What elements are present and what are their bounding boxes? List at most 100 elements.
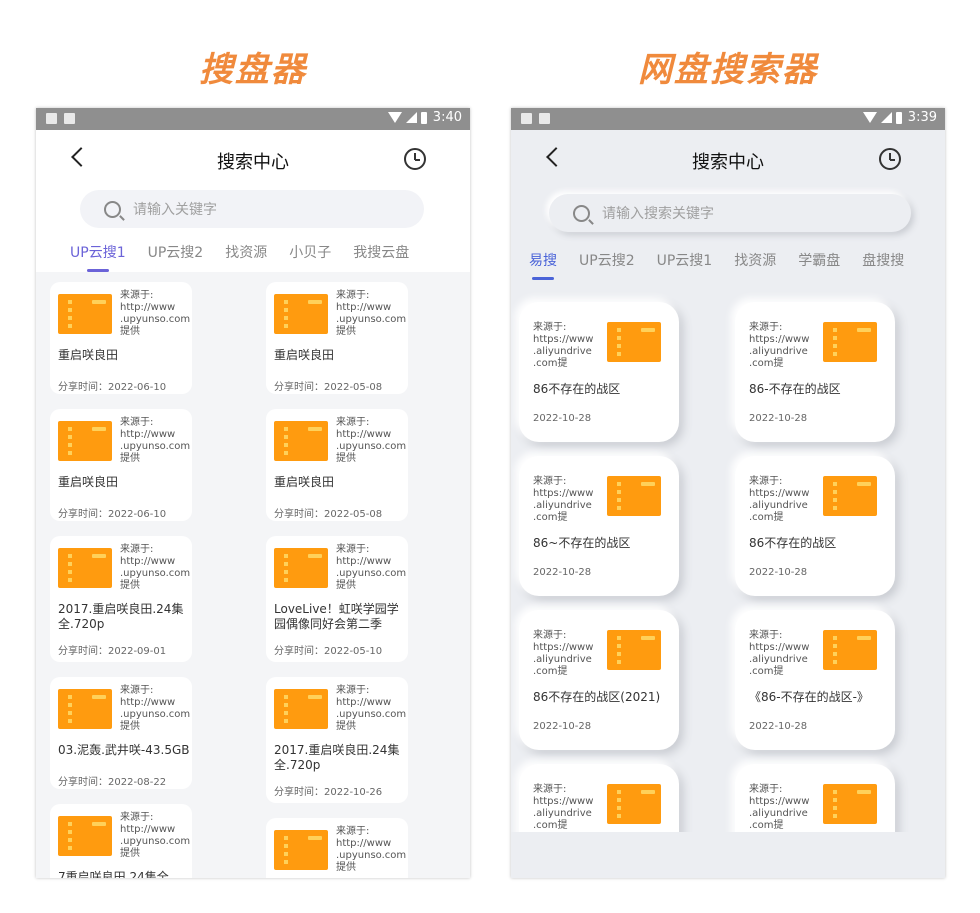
card-source: 来源于: https://www .aliyundrive .com提: [749, 322, 810, 369]
top-bar: 搜索中心: [511, 130, 945, 190]
search-input[interactable]: 请输入关键字: [80, 190, 424, 228]
wifi-icon: [862, 112, 877, 123]
card-source: 来源于: http://www .upyunso.com 提供: [120, 812, 191, 859]
top-bar: 搜索中心: [36, 130, 470, 190]
card-title: 重启咲良田: [274, 475, 335, 489]
tab-xiaobeizi[interactable]: 小贝子: [289, 242, 331, 262]
tab-upyunsou2[interactable]: UP云搜2: [148, 242, 204, 262]
result-card[interactable]: 来源于: https://www .aliyundrive .com提 86~不…: [519, 456, 679, 596]
wifi-icon: [387, 112, 402, 123]
tab-xuebapan[interactable]: 学霸盘: [798, 250, 840, 270]
result-card[interactable]: 来源于: http://www .upyunso.com 提供 LoveLive…: [266, 536, 408, 662]
card-date: 2022-10-28: [749, 567, 808, 578]
left-app-heading: 搜盘器: [199, 50, 307, 90]
app-notification-icon: [64, 113, 75, 124]
tab-zhaoziyuan[interactable]: 找资源: [734, 250, 776, 270]
cloud-drive-thumbnail: [274, 421, 328, 461]
result-card[interactable]: 来源于: http://www .upyunso.com 提供 2017.重启咲…: [50, 536, 192, 662]
result-card[interactable]: 来源于: https://www .aliyundrive .com提 《86-…: [735, 610, 895, 750]
result-card[interactable]: 来源于: http://www .upyunso.com 提供 03.泥轰.武井…: [50, 677, 192, 789]
search-placeholder: 请输入关键字: [133, 202, 217, 218]
tab-upyunsou1[interactable]: UP云搜1: [70, 242, 126, 262]
result-card[interactable]: 来源于: https://www .aliyundrive .com提 86不存…: [519, 302, 679, 442]
card-date: 2022-10-28: [533, 721, 592, 732]
result-list: 来源于: https://www .aliyundrive .com提 86不存…: [511, 286, 945, 878]
signal-icon: [405, 112, 417, 123]
card-date: 分享时间：2022-05-08: [274, 382, 383, 393]
result-card[interactable]: 来源于: https://www .aliyundrive .com提 86不存…: [519, 610, 679, 750]
result-card[interactable]: 来源于: http://www .upyunso.com 提供: [266, 818, 408, 878]
card-date: 2022-10-28: [749, 721, 808, 732]
signal-icon: [880, 112, 892, 123]
right-app-heading: 网盘搜索器: [638, 50, 818, 90]
result-card[interactable]: 来源于: http://www .upyunso.com 提供 7重启咲良田.2…: [50, 804, 192, 878]
search-placeholder: 请输入搜索关键字: [602, 206, 714, 222]
card-source: 来源于: https://www .aliyundrive .com提: [749, 784, 810, 831]
card-title: LoveLive！虹咲学园学园偶像同好会第二季: [274, 602, 399, 631]
card-source: 来源于: https://www .aliyundrive .com提: [533, 784, 594, 831]
cloud-drive-thumbnail: [58, 421, 112, 461]
tab-upyunsou2[interactable]: UP云搜2: [579, 250, 635, 270]
card-source: 来源于: https://www .aliyundrive .com提: [533, 630, 594, 677]
card-title: 《86-不存在的战区-》: [749, 690, 869, 704]
tab-yisou[interactable]: 易搜: [529, 250, 557, 270]
history-clock-icon[interactable]: [879, 148, 901, 170]
card-source: 来源于: http://www .upyunso.com 提供: [120, 685, 191, 732]
battery-icon: [420, 111, 427, 124]
tab-zhaoziyuan[interactable]: 找资源: [225, 242, 267, 262]
card-date: 分享时间：2022-06-10: [58, 509, 167, 520]
result-card[interactable]: 来源于: http://www .upyunso.com 提供 重启咲良田 分享…: [266, 282, 408, 394]
cloud-drive-thumbnail: [823, 476, 877, 516]
tab-wosouyunpan[interactable]: 我搜云盘: [353, 242, 409, 262]
search-icon: [104, 200, 121, 218]
card-source: 来源于: http://www .upyunso.com 提供: [336, 544, 407, 591]
card-source: 来源于: https://www .aliyundrive .com提: [533, 322, 594, 369]
result-card[interactable]: 来源于: https://www .aliyundrive .com提 86-不…: [735, 302, 895, 442]
cloud-drive-thumbnail: [274, 548, 328, 588]
image-notification-icon: [521, 113, 532, 124]
tab-pansousou[interactable]: 盘搜搜: [862, 250, 904, 270]
search-input[interactable]: 请输入搜索关键字: [549, 194, 911, 232]
cloud-drive-thumbnail: [274, 294, 328, 334]
history-clock-icon[interactable]: [404, 148, 426, 170]
cloud-drive-thumbnail: [823, 784, 877, 824]
card-title: 86不存在的战区: [749, 536, 837, 550]
search-icon: [573, 204, 590, 222]
cloud-drive-thumbnail: [58, 548, 112, 588]
card-date: 分享时间：2022-06-10: [58, 382, 167, 393]
cloud-drive-thumbnail: [58, 816, 112, 856]
result-card[interactable]: 来源于: http://www .upyunso.com 提供 重启咲良田 分享…: [50, 409, 192, 521]
right-phone-screen: 3:39 搜索中心 请输入搜索关键字 易搜 UP云搜2 UP云搜1 找资源 学霸…: [511, 108, 945, 878]
cloud-drive-thumbnail: [607, 322, 661, 362]
result-card[interactable]: 来源于: http://www .upyunso.com 提供 2017.重启咲…: [266, 677, 408, 803]
card-source: 来源于: https://www .aliyundrive .com提: [533, 476, 594, 523]
card-title: 86~不存在的战区: [533, 536, 631, 550]
card-title: 重启咲良田: [58, 475, 119, 489]
card-title: 重启咲良田: [58, 348, 119, 362]
result-card[interactable]: 来源于: http://www .upyunso.com 提供 重启咲良田 分享…: [266, 409, 408, 521]
cloud-drive-thumbnail: [823, 630, 877, 670]
card-date: 2022-10-28: [533, 567, 592, 578]
cloud-drive-thumbnail: [58, 689, 112, 729]
result-list: 来源于: http://www .upyunso.com 提供 重启咲良田 分享…: [36, 272, 470, 878]
tab-upyunsou1[interactable]: UP云搜1: [657, 250, 713, 270]
card-date: 2022-10-28: [749, 413, 808, 424]
card-date: 2022-10-28: [533, 413, 592, 424]
card-source: 来源于: http://www .upyunso.com 提供: [120, 417, 191, 464]
result-card[interactable]: 来源于: http://www .upyunso.com 提供 重启咲良田 分享…: [50, 282, 192, 394]
card-source: 来源于: https://www .aliyundrive .com提: [749, 630, 810, 677]
card-title: 7重启咲良田.24集全: [58, 870, 169, 878]
card-date: 分享时间：2022-09-01: [58, 646, 167, 657]
result-card[interactable]: 来源于: https://www .aliyundrive .com提 86不存…: [735, 456, 895, 596]
status-time: 3:40: [432, 110, 462, 125]
card-source: 来源于: http://www .upyunso.com 提供: [336, 290, 407, 337]
card-source: 来源于: http://www .upyunso.com 提供: [336, 826, 407, 873]
cloud-drive-thumbnail: [607, 630, 661, 670]
cloud-drive-thumbnail: [274, 689, 328, 729]
cloud-drive-thumbnail: [607, 476, 661, 516]
cloud-drive-thumbnail: [607, 784, 661, 824]
app-notification-icon: [539, 113, 550, 124]
card-source: 来源于: https://www .aliyundrive .com提: [749, 476, 810, 523]
card-title: 86-不存在的战区: [749, 382, 841, 396]
battery-icon: [895, 111, 902, 124]
